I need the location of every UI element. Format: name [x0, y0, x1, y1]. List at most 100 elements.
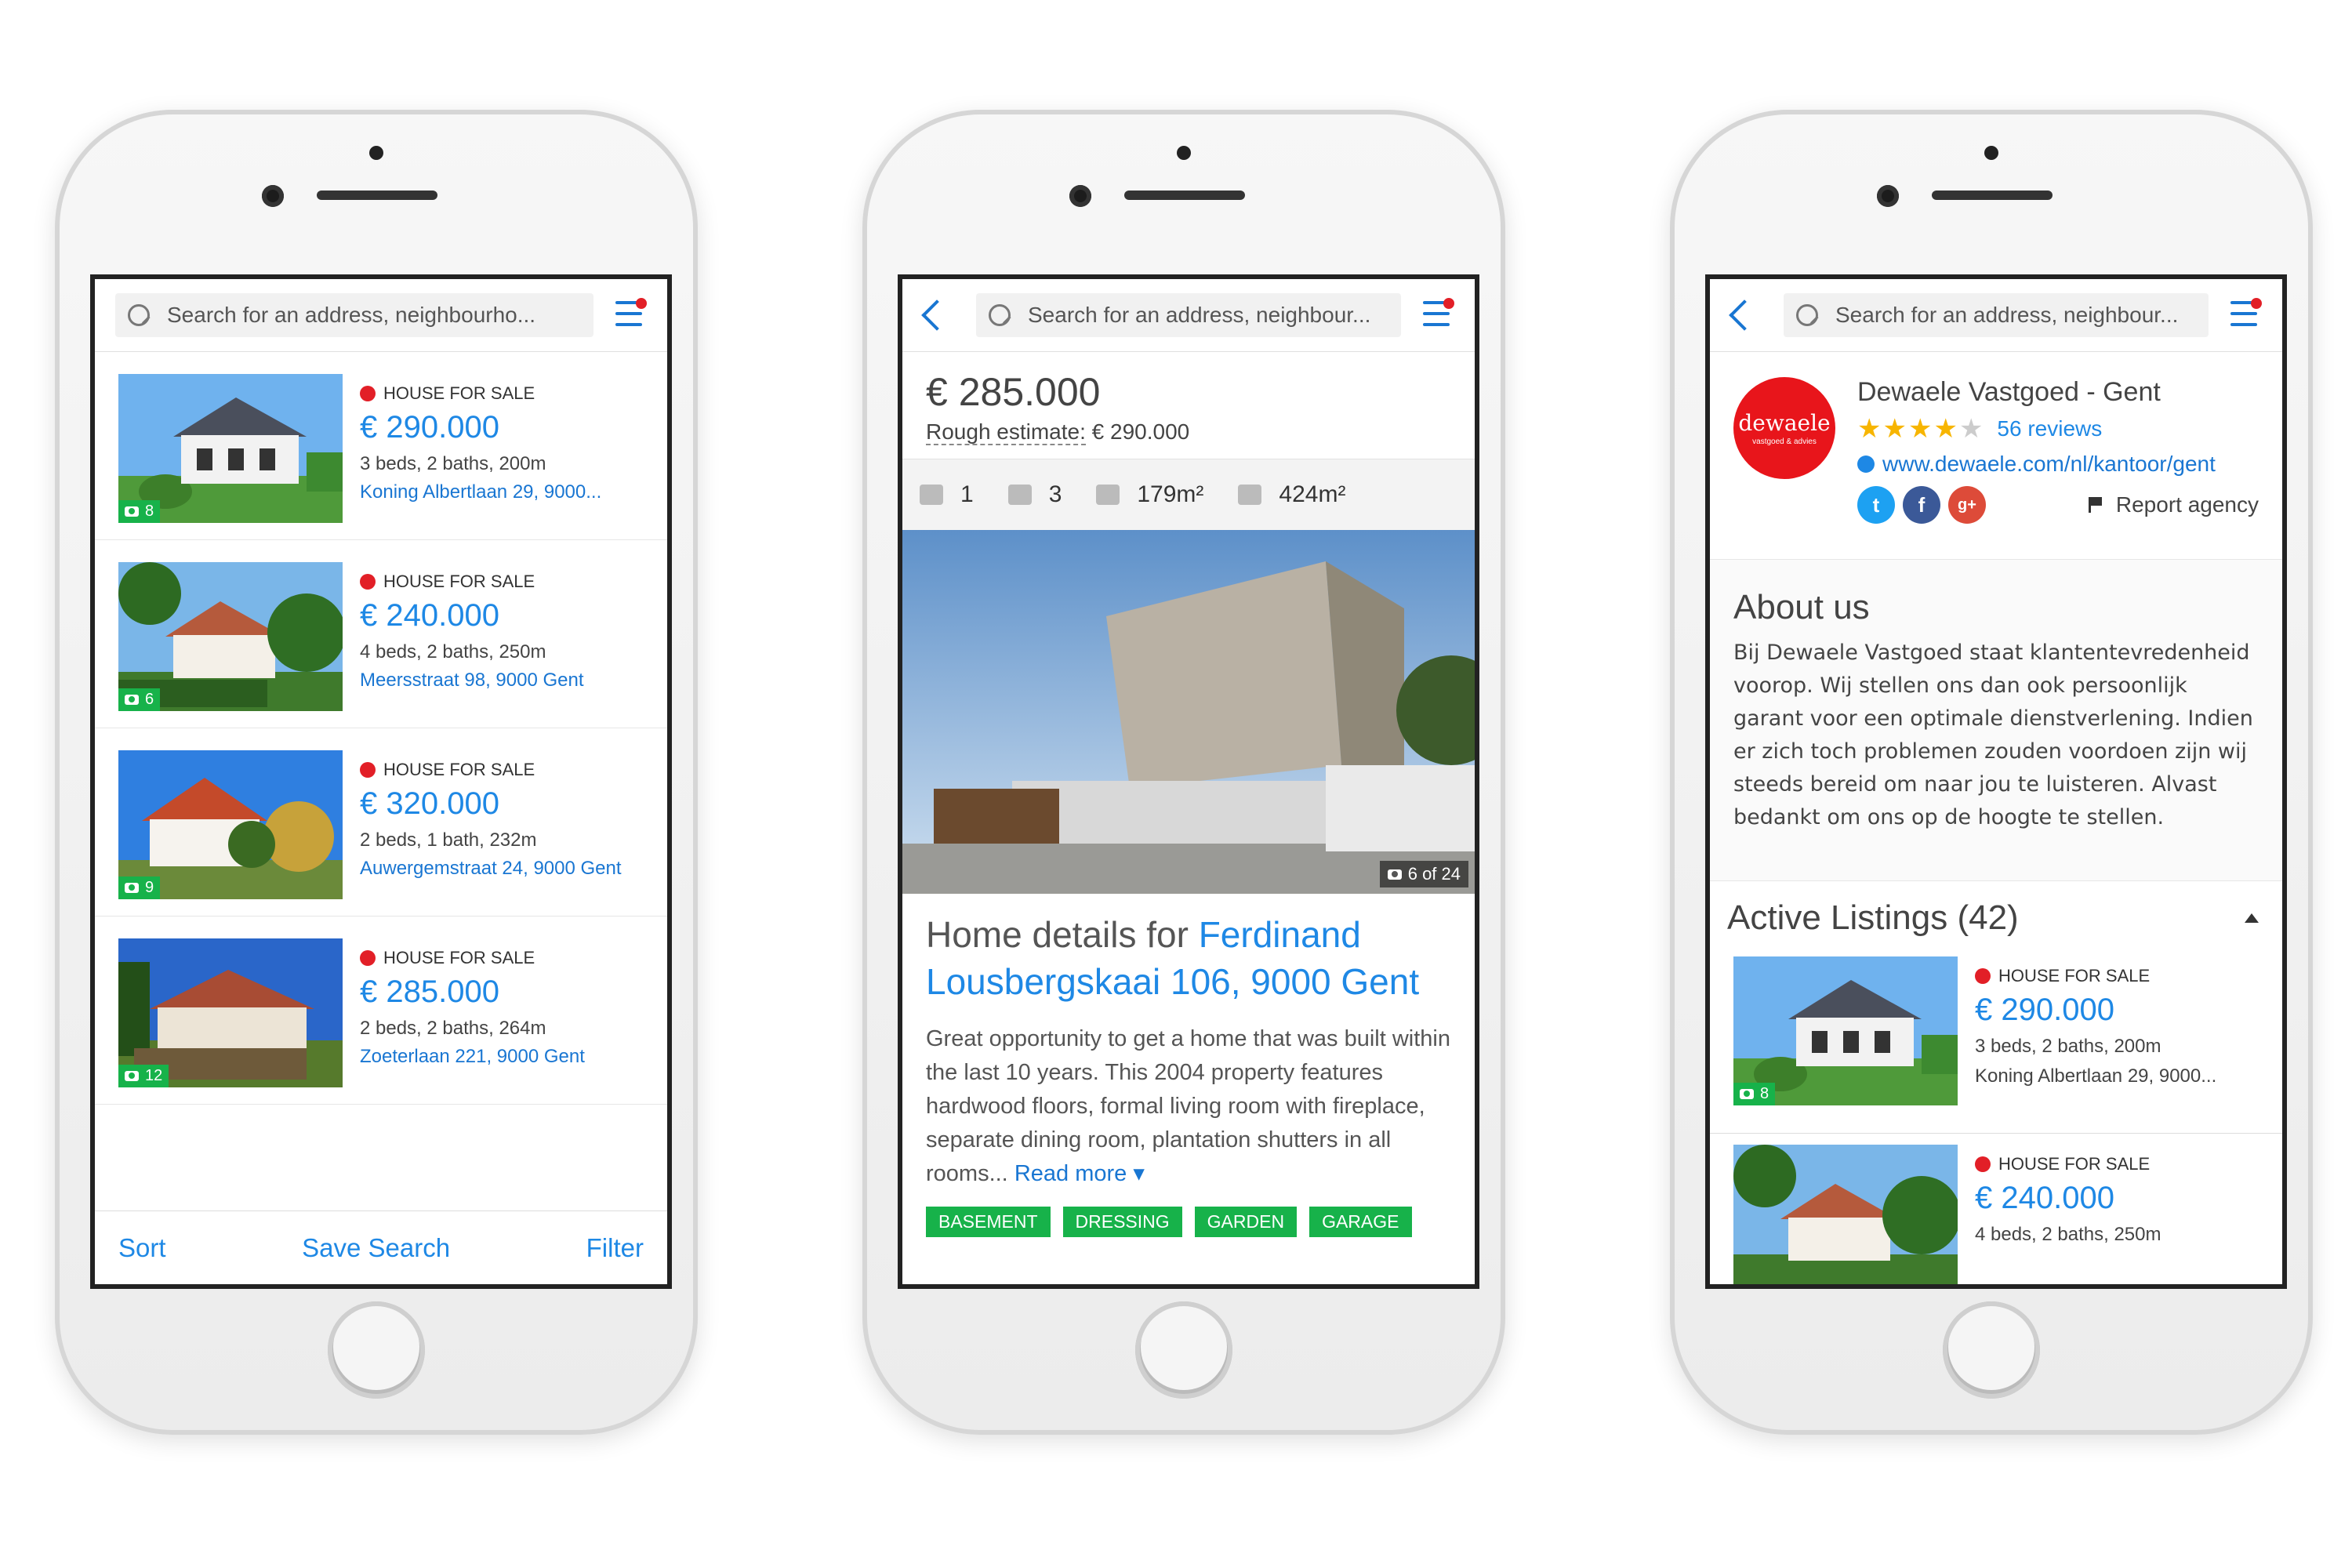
living-area-icon	[1096, 485, 1120, 505]
rough-estimate: Rough estimate: € 290.000	[926, 419, 1190, 445]
list-item[interactable]: 12 HOUSE FOR SALE € 285.000 2 beds, 2 ba…	[95, 916, 667, 1105]
listing-specs: 3 beds, 2 baths, 200m	[1975, 1036, 2161, 1057]
feature-tag[interactable]: GARAGE	[1309, 1207, 1412, 1237]
search-input[interactable]: Search for an address, neighbour...	[1784, 293, 2209, 337]
listing-photo[interactable]	[1733, 1145, 1958, 1284]
listing-photo[interactable]: 12	[118, 938, 343, 1087]
bath-icon	[920, 485, 943, 505]
listing-type: HOUSE FOR SALE	[360, 948, 585, 968]
photo-count-badge: 12	[118, 1065, 169, 1087]
earpiece-speaker	[1124, 191, 1245, 200]
search-placeholder: Search for an address, neighbour...	[1835, 303, 2179, 327]
sort-button[interactable]: Sort	[118, 1233, 166, 1263]
listing-type: HOUSE FOR SALE	[1975, 1154, 2161, 1174]
feature-tag[interactable]: BASEMENT	[926, 1207, 1051, 1237]
list-item[interactable]: 8 HOUSE FOR SALE € 290.000 3 beds, 2 bat…	[95, 352, 667, 540]
bottom-toolbar: Sort Save Search Filter	[95, 1210, 667, 1284]
active-listings-header[interactable]: Active Listings (42)	[1710, 881, 2282, 946]
list-item[interactable]: HOUSE FOR SALE € 240.000 4 beds, 2 baths…	[1710, 1134, 2282, 1284]
menu-icon[interactable]	[2230, 298, 2262, 329]
status-dot	[1975, 1156, 1991, 1172]
listing-price: € 240.000	[1975, 1181, 2114, 1215]
phone-1: Search for an address, neighbourho... 8 …	[55, 110, 698, 1435]
listing-address[interactable]: Meersstraat 98, 9000 Gent	[360, 670, 584, 691]
menu-icon[interactable]	[615, 298, 647, 329]
read-more-link[interactable]: Read more ▾	[1014, 1161, 1145, 1186]
front-camera	[1069, 185, 1091, 207]
search-input[interactable]: Search for an address, neighbour...	[976, 293, 1401, 337]
search-icon	[1796, 304, 1818, 326]
listing-price: € 320.000	[360, 786, 499, 821]
notification-dot	[1443, 298, 1454, 309]
phone-2: Search for an address, neighbour... € 28…	[862, 110, 1505, 1435]
camera-icon	[1387, 869, 1402, 880]
earpiece-speaker	[317, 191, 437, 200]
about-title: About us	[1733, 588, 1870, 626]
listing-address[interactable]: Auwergemstraat 24, 9000 Gent	[360, 858, 622, 880]
listing-photo[interactable]: 9	[118, 750, 343, 899]
save-search-button[interactable]: Save Search	[302, 1233, 450, 1263]
reviews-link[interactable]: 56 reviews	[1997, 416, 2102, 441]
facebook-icon[interactable]: f	[1903, 486, 1940, 524]
star-icon: ★	[1907, 414, 1933, 444]
status-dot	[360, 386, 376, 401]
camera-icon	[125, 883, 139, 893]
details-screen: Search for an address, neighbour... € 28…	[898, 274, 1479, 1289]
camera-icon	[125, 695, 139, 705]
listings-screen: Search for an address, neighbourho... 8 …	[90, 274, 672, 1289]
twitter-icon[interactable]: t	[1857, 486, 1895, 524]
about-text: Bij Dewaele Vastgoed staat klantentevred…	[1733, 641, 2253, 829]
camera-icon	[125, 506, 139, 517]
phone-3: Search for an address, neighbour... dewa…	[1670, 110, 2313, 1435]
back-icon[interactable]	[921, 299, 953, 331]
filter-button[interactable]: Filter	[586, 1233, 644, 1263]
plot-area-icon	[1238, 485, 1262, 505]
collapse-caret-icon[interactable]	[2245, 913, 2259, 923]
search-icon	[128, 304, 150, 326]
front-camera	[1877, 185, 1899, 207]
list-item[interactable]: 6 HOUSE FOR SALE € 240.000 4 beds, 2 bat…	[95, 540, 667, 728]
listing-address[interactable]: Koning Albertlaan 29, 9000...	[360, 481, 601, 503]
search-placeholder: Search for an address, neighbour...	[1028, 303, 1371, 327]
agency-logo: dewaele vastgoed & advies	[1733, 377, 1835, 479]
proximity-sensor	[369, 146, 383, 160]
listing-specs: 2 beds, 2 baths, 264m	[360, 1018, 546, 1039]
photo-count-badge: 9	[118, 877, 161, 899]
listing-address[interactable]: Zoeterlaan 221, 9000 Gent	[360, 1046, 585, 1068]
camera-icon	[125, 1071, 139, 1081]
feature-tag[interactable]: GARDEN	[1194, 1207, 1298, 1237]
listing-photo[interactable]: 6	[118, 562, 343, 711]
rating: ★ ★ ★ ★ ★ 56 reviews	[1857, 416, 2259, 442]
status-dot	[360, 762, 376, 778]
camera-icon	[1740, 1089, 1754, 1099]
listing-specs: 4 beds, 2 baths, 250m	[360, 641, 546, 662]
list-item[interactable]: 8 HOUSE FOR SALE € 290.000 3 beds, 2 bat…	[1710, 946, 2282, 1134]
status-dot	[360, 950, 376, 966]
google-plus-icon[interactable]: g+	[1948, 486, 1986, 524]
listing-specs: 2 beds, 1 bath, 232m	[360, 829, 537, 851]
agency-header: dewaele vastgoed & advies Dewaele Vastgo…	[1710, 352, 2282, 560]
bed-count: 3	[1048, 481, 1062, 507]
plot-area: 424m²	[1279, 481, 1346, 507]
listing-type: HOUSE FOR SALE	[360, 572, 584, 592]
agency-screen: Search for an address, neighbour... dewa…	[1705, 274, 2287, 1289]
feature-tag[interactable]: DRESSING	[1062, 1207, 1182, 1237]
website-link[interactable]: www.dewaele.com/nl/kantoor/gent	[1857, 452, 2259, 477]
notification-dot	[636, 298, 647, 309]
listing-photo[interactable]: 8	[118, 374, 343, 523]
star-icon: ★	[1933, 414, 1958, 444]
search-placeholder: Search for an address, neighbourho...	[167, 303, 536, 327]
home-button	[1943, 1301, 2040, 1399]
report-agency-button[interactable]: Report agency	[2088, 492, 2259, 517]
property-photo[interactable]: 6 of 24	[902, 530, 1475, 894]
star-empty-icon: ★	[1958, 414, 1984, 444]
listing-type: HOUSE FOR SALE	[360, 383, 601, 404]
menu-icon[interactable]	[1423, 298, 1454, 329]
list-item[interactable]: 9 HOUSE FOR SALE € 320.000 2 beds, 1 bat…	[95, 728, 667, 916]
listing-photo[interactable]: 8	[1733, 956, 1958, 1105]
back-icon[interactable]	[1729, 299, 1760, 331]
search-input[interactable]: Search for an address, neighbourho...	[115, 293, 593, 337]
about-section: About us Bij Dewaele Vastgoed staat klan…	[1710, 560, 2282, 881]
property-description: Great opportunity to get a home that was…	[926, 1026, 1450, 1186]
listing-price: € 290.000	[1975, 993, 2114, 1027]
